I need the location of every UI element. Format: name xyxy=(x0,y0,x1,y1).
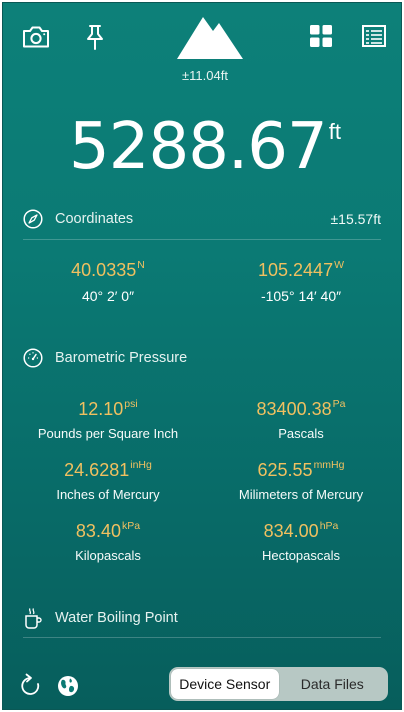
latitude-hemisphere: N xyxy=(137,259,145,271)
refresh-icon[interactable] xyxy=(19,671,45,699)
segment-device-sensor[interactable]: Device Sensor xyxy=(171,669,279,699)
pin-icon[interactable] xyxy=(83,23,107,51)
altitude-readout: 5288.67 ft xyxy=(3,110,401,184)
altitude-value: 5288.67 xyxy=(69,110,328,184)
kpa-value: 83.40 xyxy=(75,521,121,541)
pressure-inhg-cell: 24.6281inHg Inches of Mercury xyxy=(8,459,208,502)
hpa-label: Hectopascals xyxy=(261,548,341,563)
latitude-dms: 40° 2′ 0″ xyxy=(81,288,135,304)
coordinates-divider xyxy=(23,239,381,240)
mmhg-unit: mmHg xyxy=(313,459,345,471)
mountain-logo-icon xyxy=(177,17,243,59)
source-segmented-control: Device Sensor Data Files xyxy=(169,667,388,701)
mmhg-value: 625.55 xyxy=(257,460,313,480)
camera-icon[interactable] xyxy=(21,23,51,51)
latitude-decimal: 40.0335 xyxy=(71,260,137,280)
app-screen: ±11.04ft 5288.67 ft Coordinates ±15.57ft… xyxy=(2,2,402,710)
list-view-icon[interactable] xyxy=(361,23,387,49)
kpa-label: Kilopascals xyxy=(75,548,141,563)
boiling-header: Water Boiling Point xyxy=(23,606,381,630)
coordinates-header: Coordinates ±15.57ft xyxy=(23,207,381,231)
hpa-unit: hPa xyxy=(319,520,339,532)
pressure-header: Barometric Pressure xyxy=(23,346,381,370)
psi-unit: psi xyxy=(124,398,138,410)
psi-label: Pounds per Square Inch xyxy=(37,426,179,441)
inhg-label: Inches of Mercury xyxy=(56,487,160,502)
pa-label: Pascals xyxy=(278,426,324,441)
gauge-icon xyxy=(23,348,43,368)
pressure-pa-cell: 83400.38Pa Pascals xyxy=(201,398,401,441)
hpa-value: 834.00 xyxy=(263,521,319,541)
coffee-cup-icon xyxy=(23,608,43,629)
boiling-divider xyxy=(23,637,381,638)
longitude-hemisphere: W xyxy=(334,259,344,271)
pressure-mmhg-cell: 625.55mmHg Milimeters of Mercury xyxy=(201,459,401,502)
inhg-value: 24.6281 xyxy=(64,460,130,480)
pressure-psi-cell: 12.10psi Pounds per Square Inch xyxy=(8,398,208,441)
globe-icon[interactable] xyxy=(55,673,81,699)
pressure-kpa-cell: 83.40kPa Kilopascals xyxy=(8,520,208,563)
coordinates-accuracy: ±15.57ft xyxy=(330,211,382,227)
latitude-cell: 40.0335N 40° 2′ 0″ xyxy=(8,259,208,304)
mmhg-label: Milimeters of Mercury xyxy=(238,487,364,502)
pressure-hpa-cell: 834.00hPa Hectopascals xyxy=(201,520,401,563)
altitude-unit: ft xyxy=(328,119,341,144)
pa-unit: Pa xyxy=(332,398,346,410)
psi-value: 12.10 xyxy=(78,399,124,419)
boiling-title: Water Boiling Point xyxy=(55,610,178,626)
compass-icon xyxy=(23,209,43,229)
longitude-dms: -105° 14′ 40″ xyxy=(260,288,342,304)
grid-view-icon[interactable] xyxy=(309,24,333,48)
pressure-title: Barometric Pressure xyxy=(55,350,188,366)
longitude-decimal: 105.2447 xyxy=(258,260,334,280)
coordinates-title: Coordinates xyxy=(55,211,134,227)
segment-data-files[interactable]: Data Files xyxy=(279,669,387,699)
inhg-unit: inHg xyxy=(130,459,152,471)
pa-value: 83400.38 xyxy=(256,399,332,419)
kpa-unit: kPa xyxy=(121,520,141,532)
altitude-accuracy: ±11.04ft xyxy=(182,68,228,83)
longitude-cell: 105.2447W -105° 14′ 40″ xyxy=(201,259,401,304)
